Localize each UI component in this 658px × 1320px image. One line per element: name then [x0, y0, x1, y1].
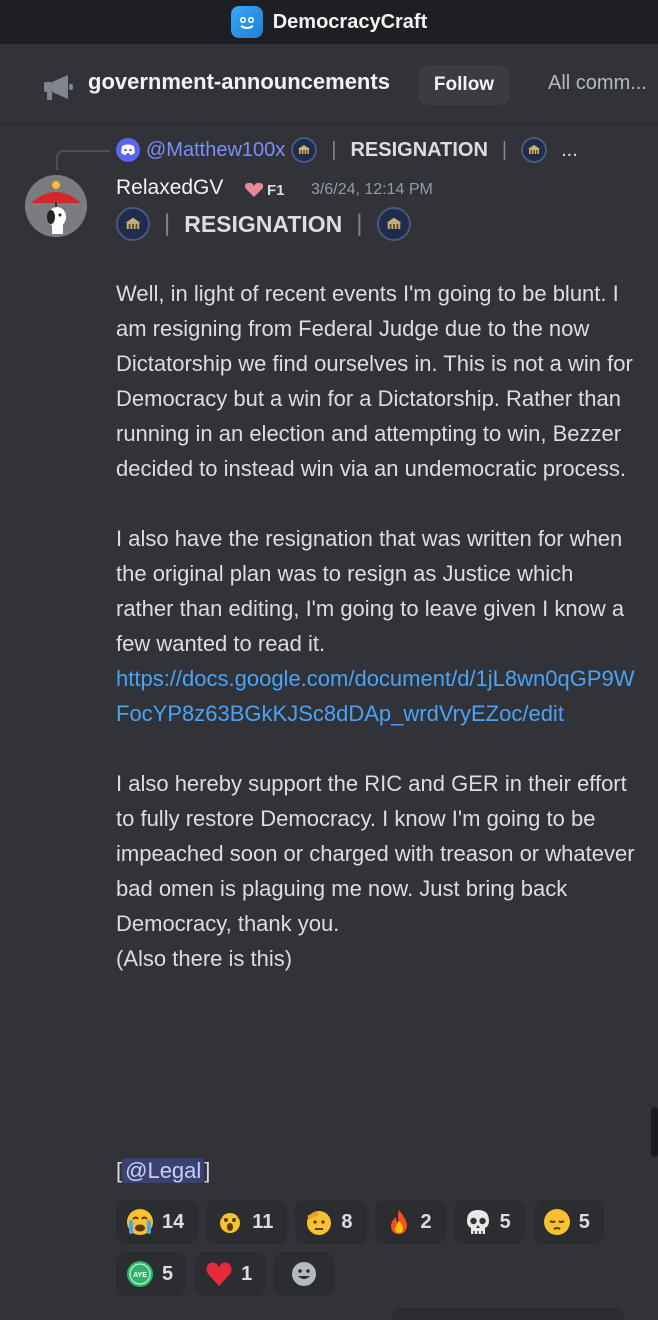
message-paragraph: Well, in light of recent events I'm goin… — [116, 281, 633, 481]
discord-icon — [116, 138, 140, 162]
message-paragraph: I also hereby support the RIC and GER in… — [116, 771, 635, 936]
capitol-emoji-icon — [521, 137, 548, 163]
fire-icon — [385, 1208, 413, 1236]
author-name[interactable]: RelaxedGV — [116, 176, 223, 200]
server-tag[interactable]: F1 — [244, 179, 296, 201]
separator: | — [501, 138, 508, 161]
megaphone-icon — [44, 75, 73, 100]
reaction-count: 5 — [578, 1210, 590, 1233]
reaction-screaming[interactable]: 11 — [206, 1200, 288, 1244]
reaction-crying[interactable]: 14 — [116, 1200, 199, 1244]
separator: | — [164, 210, 171, 237]
reaction-count: 8 — [341, 1210, 353, 1233]
message-title: RESIGNATION — [184, 210, 343, 237]
reply-reference[interactable]: @Matthew100x | RESIGNATION | ... — [116, 136, 578, 164]
document-link[interactable]: https://docs.google.com/document/d/1jL8w… — [116, 661, 636, 731]
reaction-heart[interactable]: 1 — [195, 1252, 267, 1296]
heart-tag-icon — [244, 182, 264, 197]
mention-line: [@Legal] — [116, 1158, 210, 1184]
channel-name: government-announcements — [88, 69, 390, 94]
reaction-count: 5 — [499, 1210, 511, 1233]
message-paragraph: (Also there is this) — [116, 946, 293, 971]
add-reaction-button[interactable] — [274, 1252, 335, 1296]
saluting-face-icon — [305, 1208, 333, 1236]
smiley-icon — [292, 1262, 317, 1286]
reply-spine — [56, 150, 110, 170]
separator: | — [331, 138, 337, 161]
reply-username[interactable]: @Matthew100x — [146, 139, 285, 162]
reply-overflow: ... — [561, 138, 578, 161]
message-title-row: | RESIGNATION | — [116, 207, 411, 241]
reaction-pensive[interactable]: 5 — [532, 1200, 604, 1244]
reaction-count: 2 — [420, 1210, 432, 1233]
bracket-close: ] — [204, 1158, 211, 1183]
pensive-face-icon — [543, 1208, 571, 1236]
reaction-aye[interactable]: AYE 5 — [116, 1252, 188, 1296]
reactions-bar: 14 11 8 2 5 5 AYE 5 1 — [116, 1200, 646, 1296]
reaction-count: 1 — [241, 1262, 253, 1285]
avatar[interactable] — [25, 175, 87, 237]
capitol-emoji-icon — [376, 207, 411, 241]
reaction-saluting[interactable]: 8 — [295, 1200, 367, 1244]
screaming-face-icon — [216, 1208, 244, 1236]
server-name[interactable]: DemocracyCraft — [273, 11, 428, 34]
reaction-fire[interactable]: 2 — [374, 1200, 446, 1244]
aye-badge-icon: AYE — [126, 1260, 154, 1288]
follow-button[interactable]: Follow — [418, 65, 510, 105]
channel-header: government-announcements Follow All comm… — [0, 44, 658, 124]
server-bar: DemocracyCraft — [0, 0, 658, 44]
reaction-count: 5 — [162, 1262, 174, 1285]
message-body: Well, in light of recent events I'm goin… — [116, 276, 636, 976]
skull-icon — [464, 1208, 492, 1236]
message-timestamp: 3/6/24, 12:14 PM — [311, 181, 433, 198]
bottom-panel-edge — [392, 1308, 624, 1320]
reaction-count: 14 — [162, 1210, 185, 1233]
reply-title: RESIGNATION — [350, 138, 488, 161]
crying-face-icon — [126, 1208, 154, 1236]
heart-icon — [205, 1260, 233, 1288]
aye-label: AYE — [133, 1272, 147, 1279]
server-tag-label: F1 — [267, 181, 285, 199]
message-paragraph: I also have the resignation that was wri… — [116, 526, 625, 656]
server-icon[interactable] — [230, 6, 263, 38]
capitol-emoji-icon — [116, 207, 150, 241]
all-communities-link[interactable]: All comm... — [548, 72, 647, 95]
scrollbar-thumb[interactable] — [651, 1107, 658, 1157]
reaction-skull[interactable]: 5 — [453, 1200, 525, 1244]
reaction-count: 11 — [252, 1210, 274, 1233]
separator: | — [356, 210, 363, 237]
capitol-emoji-icon — [291, 137, 318, 163]
role-mention[interactable]: @Legal — [122, 1158, 205, 1183]
